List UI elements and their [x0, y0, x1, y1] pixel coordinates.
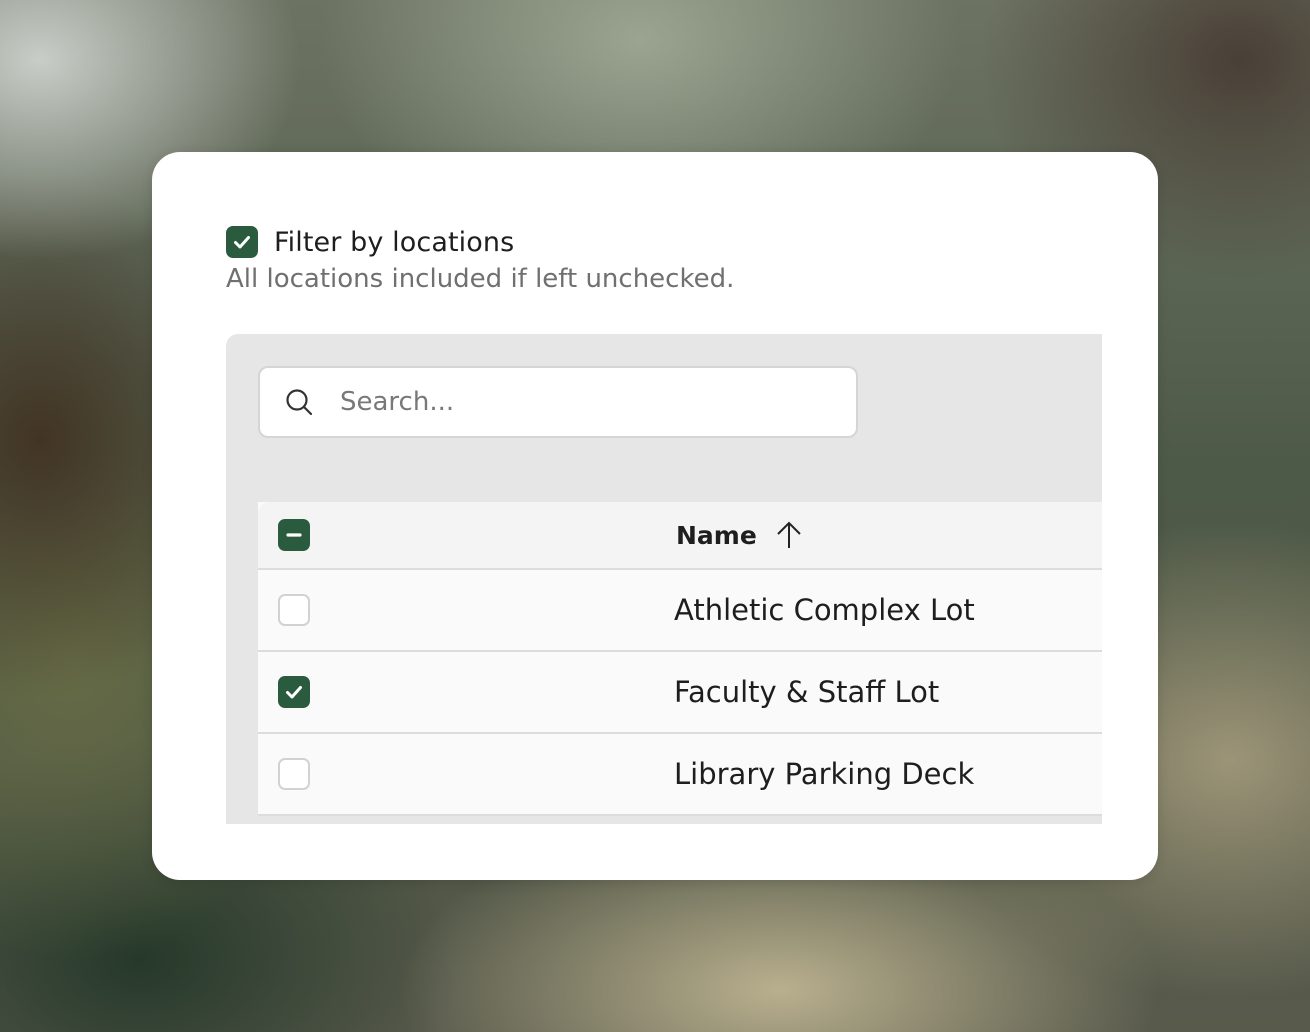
name-column-header[interactable]: Name — [676, 502, 803, 568]
search-box[interactable] — [258, 366, 858, 438]
row-checkbox[interactable] — [278, 758, 310, 790]
row-checkbox[interactable] — [278, 594, 310, 626]
table-header-row: Name — [258, 502, 1102, 570]
minus-icon — [286, 533, 302, 537]
select-all-checkbox[interactable] — [278, 519, 310, 551]
filter-by-locations-checkbox[interactable] — [226, 226, 258, 258]
arrow-up-icon[interactable] — [775, 520, 803, 550]
locations-table: Name Athletic Complex Lot Faculty & Staf… — [258, 502, 1102, 816]
table-row[interactable]: Athletic Complex Lot — [258, 570, 1102, 652]
search-icon — [286, 389, 313, 416]
checkmark-icon — [234, 236, 250, 249]
table-row[interactable]: Faculty & Staff Lot — [258, 652, 1102, 734]
location-filter-dialog: Filter by locations All locations includ… — [152, 152, 1158, 880]
filter-by-locations-row[interactable]: Filter by locations — [226, 226, 514, 258]
location-name: Faculty & Staff Lot — [674, 675, 940, 709]
filter-by-locations-label[interactable]: Filter by locations — [274, 227, 514, 258]
location-name: Athletic Complex Lot — [674, 593, 975, 627]
locations-panel: Name Athletic Complex Lot Faculty & — [226, 334, 1102, 824]
checkmark-icon — [286, 686, 302, 699]
filter-help-text: All locations included if left unchecked… — [226, 264, 735, 294]
name-column-label: Name — [676, 520, 757, 550]
table-row[interactable]: Library Parking Deck — [258, 734, 1102, 816]
row-checkbox[interactable] — [278, 676, 310, 708]
search-input[interactable] — [340, 387, 820, 417]
location-name: Library Parking Deck — [674, 757, 975, 791]
